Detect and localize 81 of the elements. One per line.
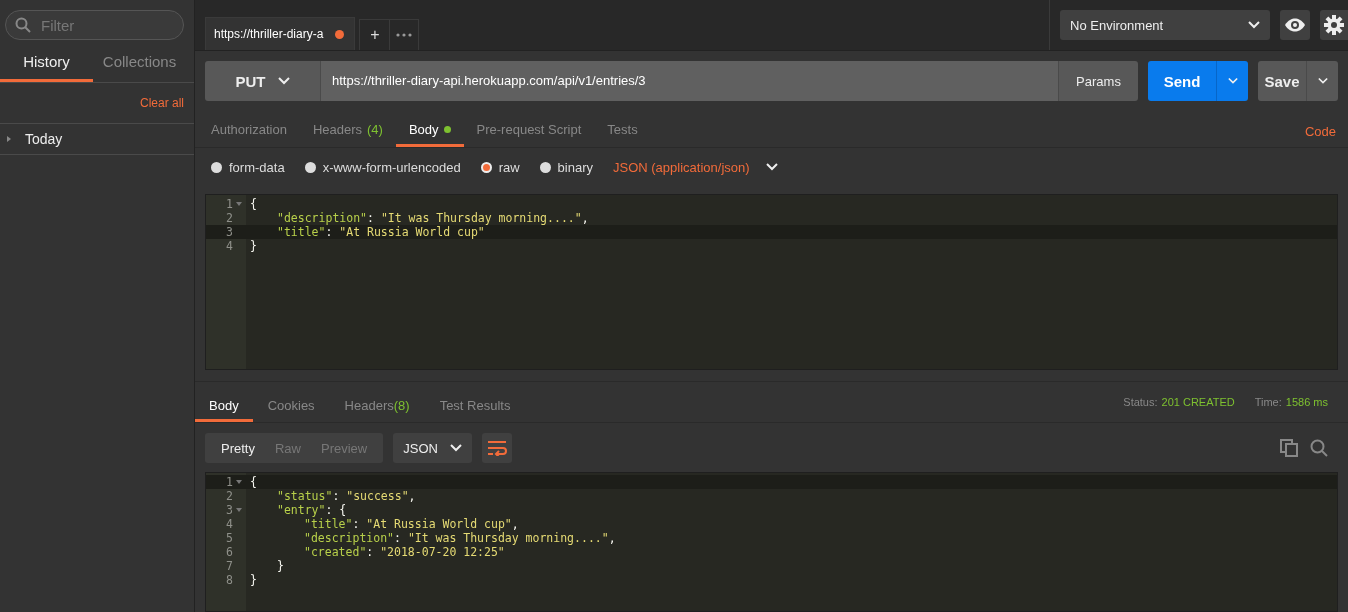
params-button[interactable]: Params bbox=[1058, 61, 1138, 101]
environment-dropdown[interactable]: No Environment bbox=[1060, 10, 1270, 40]
chevron-icon bbox=[1248, 21, 1260, 29]
code-line: } bbox=[276, 559, 284, 573]
dots-icon bbox=[396, 33, 413, 37]
chevron-icon bbox=[277, 77, 290, 85]
request-section-tab[interactable]: Pre-request Script bbox=[463, 115, 595, 147]
code-line: "title": "At Russia World cup" bbox=[276, 225, 485, 239]
search-icon bbox=[15, 17, 31, 33]
status-value: 201 CREATED bbox=[1161, 396, 1235, 408]
search-icon[interactable] bbox=[1310, 439, 1328, 457]
line-number: 4 bbox=[226, 517, 233, 531]
chevron-icon bbox=[449, 444, 462, 452]
fold-caret-icon[interactable] bbox=[236, 508, 242, 512]
chevron-icon bbox=[1317, 77, 1328, 85]
body-type-radio[interactable]: binary bbox=[539, 159, 593, 175]
eye-icon bbox=[1284, 18, 1306, 32]
line-number: 8 bbox=[226, 573, 233, 587]
line-number: 5 bbox=[226, 531, 233, 545]
line-number: 6 bbox=[226, 545, 233, 559]
response-tab[interactable]: Test Results bbox=[424, 392, 526, 422]
content-type-dropdown[interactable]: JSON (application/json) bbox=[613, 159, 778, 175]
code-line: } bbox=[249, 239, 257, 253]
method-dropdown[interactable]: PUT bbox=[205, 61, 320, 101]
request-section-tab[interactable]: Authorization bbox=[205, 115, 300, 147]
body-type-radio[interactable]: form-data bbox=[211, 159, 285, 175]
settings-icon bbox=[1324, 15, 1344, 35]
code-link[interactable]: Code bbox=[1304, 115, 1336, 147]
chevron-icon bbox=[1227, 77, 1238, 85]
code-line: } bbox=[249, 573, 257, 587]
line-number: 1 bbox=[226, 475, 233, 489]
code-line: "description": "It was Thursday morning....", bbox=[303, 531, 616, 545]
line-number: 4 bbox=[226, 239, 233, 253]
time-label: Time: bbox=[1254, 396, 1282, 408]
code-line: "entry": { bbox=[276, 503, 347, 517]
sidebar-tab[interactable]: History bbox=[0, 44, 93, 82]
format-dropdown[interactable]: JSON bbox=[393, 433, 472, 463]
response-tab[interactable]: Cookies bbox=[252, 392, 330, 422]
url-field[interactable]: https://thriller-diary-api.herokuapp.com/api/v1/entries/3 bbox=[320, 61, 1058, 101]
settings-button[interactable] bbox=[1320, 10, 1348, 40]
fold-caret-icon[interactable] bbox=[236, 202, 242, 206]
response-tab[interactable]: Body bbox=[195, 392, 253, 422]
tab-title: https://thriller-diary-a bbox=[214, 27, 324, 41]
code-line: "description": "It was Thursday morning....", bbox=[276, 211, 589, 225]
code-line: { bbox=[249, 475, 257, 489]
line-number: 1 bbox=[226, 197, 233, 211]
group-label: Today bbox=[25, 131, 63, 147]
code-line: { bbox=[249, 197, 257, 211]
time-value: 1586 ms bbox=[1285, 396, 1328, 408]
history-group[interactable]: Today bbox=[0, 124, 194, 155]
code-editor[interactable]: 1 { 2 "description": "It was Thursday morning....", 3 "title": "At Russia World cup" 4 } bbox=[205, 194, 1338, 370]
line-number: 2 bbox=[226, 211, 233, 225]
sidebar-tab[interactable]: Collections bbox=[93, 44, 186, 82]
code-line: "created": "2018-07-20 12:25" bbox=[303, 545, 505, 559]
request-section-tab[interactable]: Tests bbox=[594, 115, 651, 147]
clear-all-link[interactable]: Clear all bbox=[140, 96, 184, 110]
fold-caret-icon[interactable] bbox=[236, 480, 242, 484]
copy-icon[interactable] bbox=[1280, 439, 1298, 457]
request-tab[interactable]: https://thriller-diary-a bbox=[205, 17, 356, 50]
code-line: "status": "success", bbox=[276, 489, 416, 503]
eye-button[interactable] bbox=[1280, 10, 1310, 40]
line-number: 3 bbox=[226, 503, 233, 517]
save-options-button[interactable] bbox=[1306, 61, 1338, 101]
body-type-radio[interactable]: raw bbox=[480, 159, 520, 175]
line-number: 2 bbox=[226, 489, 233, 503]
save-button[interactable]: Save bbox=[1258, 61, 1306, 101]
wrap-lines-icon bbox=[486, 440, 507, 456]
request-section-tab[interactable]: Body bbox=[395, 115, 464, 147]
line-number: 7 bbox=[226, 559, 233, 573]
code-editor[interactable]: 1 { 2 "status": "success", 3 "entry": { 4 "title": "At Russia World cup", 5 "description": "It was Thursday morning....", 6 "created": "2018-07-20 12:25" 7 } 8 } bbox=[205, 472, 1338, 612]
line-number: 3 bbox=[226, 225, 233, 239]
search-field[interactable]: Filter bbox=[5, 10, 184, 40]
response-tab[interactable]: Headers(8) bbox=[329, 392, 425, 422]
wrap-lines-button[interactable] bbox=[481, 433, 512, 463]
code-line: "title": "At Russia World cup", bbox=[303, 517, 519, 531]
chevron-icon bbox=[765, 163, 778, 171]
status-label: Status: bbox=[1123, 396, 1158, 408]
body-type-radio[interactable]: x-www-form-urlencoded bbox=[304, 159, 461, 175]
send-button[interactable]: Send bbox=[1148, 61, 1216, 101]
view-mode-button[interactable]: Pretty bbox=[211, 433, 265, 463]
request-section-tab[interactable]: Headers (4) bbox=[299, 115, 396, 147]
